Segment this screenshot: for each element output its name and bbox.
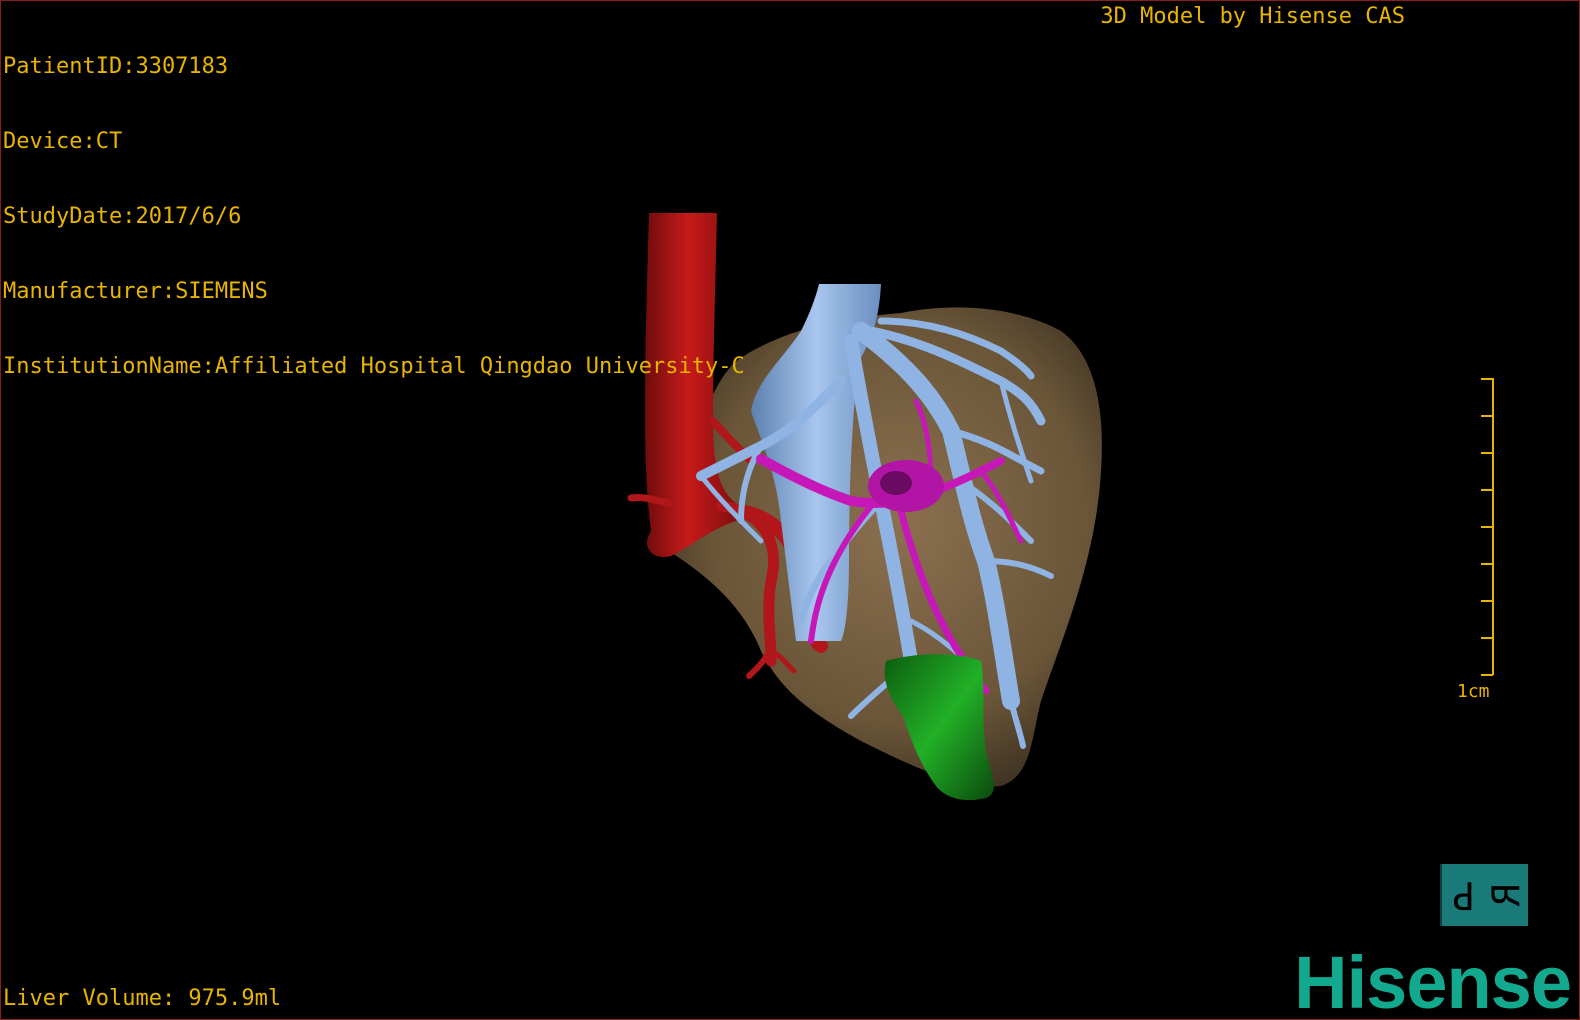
institution-name: InstitutionName:Affiliated Hospital Qing… [3, 354, 745, 379]
3d-viewport[interactable]: PatientID:3307183 Device:CT StudyDate:20… [0, 0, 1580, 1020]
hisense-logo: Hisense [1294, 941, 1572, 1020]
device: Device:CT [3, 129, 123, 154]
liver-volume: Liver Volume: 975.9ml [3, 986, 282, 1011]
orientation-cube[interactable]: P R [1440, 864, 1529, 926]
dicom-info-overlay: PatientID:3307183 Device:CT StudyDate:20… [3, 4, 745, 429]
study-date: StudyDate:2017/6/6 [3, 204, 242, 229]
patient-id: PatientID:3307183 [3, 54, 229, 79]
orientation-face-r[interactable]: R [1476, 874, 1538, 917]
scale-bar-label: 1cm [1457, 681, 1490, 702]
model-credit: 3D Model by Hisense CAS [1100, 4, 1405, 29]
portal-vein-shadow [880, 471, 912, 495]
scale-bar [1481, 378, 1494, 676]
manufacturer: Manufacturer:SIEMENS [3, 279, 268, 304]
